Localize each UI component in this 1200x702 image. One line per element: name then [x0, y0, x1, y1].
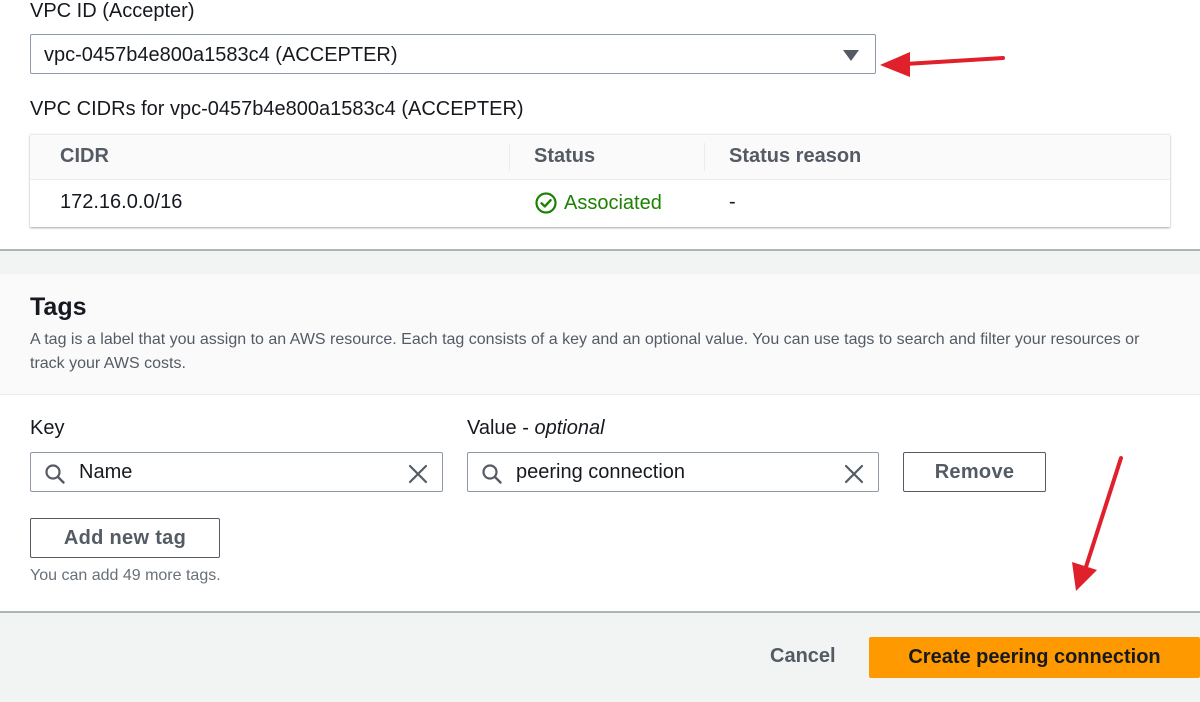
vpc-id-label: VPC ID (Accepter): [30, 0, 195, 22]
vpc-cidrs-label: VPC CIDRs for vpc-0457b4e800a1583c4 (ACC…: [30, 98, 524, 120]
create-peering-connection-button[interactable]: Create peering connection: [869, 637, 1200, 678]
cancel-button[interactable]: Cancel: [770, 645, 836, 668]
value-label-text: Value -: [467, 417, 535, 439]
tags-description: A tag is a label that you assign to an A…: [30, 331, 1140, 372]
key-label: Key: [30, 417, 65, 439]
status-cell: Associated: [534, 191, 662, 215]
column-header-status-reason: Status reason: [729, 145, 862, 167]
search-icon: [45, 464, 65, 484]
tag-value-input[interactable]: peering connection: [467, 452, 879, 492]
cidr-table-header: CIDR Status Status reason: [30, 135, 1170, 180]
column-divider: [704, 143, 705, 171]
cidr-table: CIDR Status Status reason 172.16.0.0/16 …: [30, 134, 1170, 227]
close-icon[interactable]: [842, 462, 866, 486]
close-icon[interactable]: [406, 462, 430, 486]
remove-tag-button[interactable]: Remove: [903, 452, 1046, 492]
tags-editor: Key Value - optional Name peering connec…: [0, 395, 1200, 613]
status-reason-cell: -: [729, 191, 736, 213]
tag-key-value: Name: [79, 461, 133, 483]
check-circle-icon: [535, 192, 557, 214]
status-text: Associated: [564, 191, 662, 214]
vpc-id-select[interactable]: vpc-0457b4e800a1583c4 (ACCEPTER): [30, 34, 876, 74]
value-label: Value - optional: [467, 417, 605, 440]
tags-title: Tags: [30, 293, 87, 321]
tag-key-input[interactable]: Name: [30, 452, 443, 492]
accepter-section: VPC ID (Accepter) vpc-0457b4e800a1583c4 …: [0, 0, 1200, 251]
column-header-status: Status: [534, 145, 596, 167]
cidr-cell: 172.16.0.0/16: [60, 191, 183, 213]
vpc-id-selected-value: vpc-0457b4e800a1583c4 (ACCEPTER): [44, 44, 398, 66]
caret-down-icon: [843, 50, 859, 61]
search-icon: [482, 464, 502, 484]
column-header-cidr: CIDR: [60, 145, 109, 167]
add-new-tag-button[interactable]: Add new tag: [30, 518, 220, 558]
tags-remaining-hint: You can add 49 more tags.: [30, 567, 221, 584]
tag-value-value: peering connection: [516, 461, 686, 483]
column-divider: [509, 143, 510, 171]
tags-header: Tags A tag is a label that you assign to…: [0, 274, 1200, 395]
value-label-optional: optional: [534, 417, 605, 439]
